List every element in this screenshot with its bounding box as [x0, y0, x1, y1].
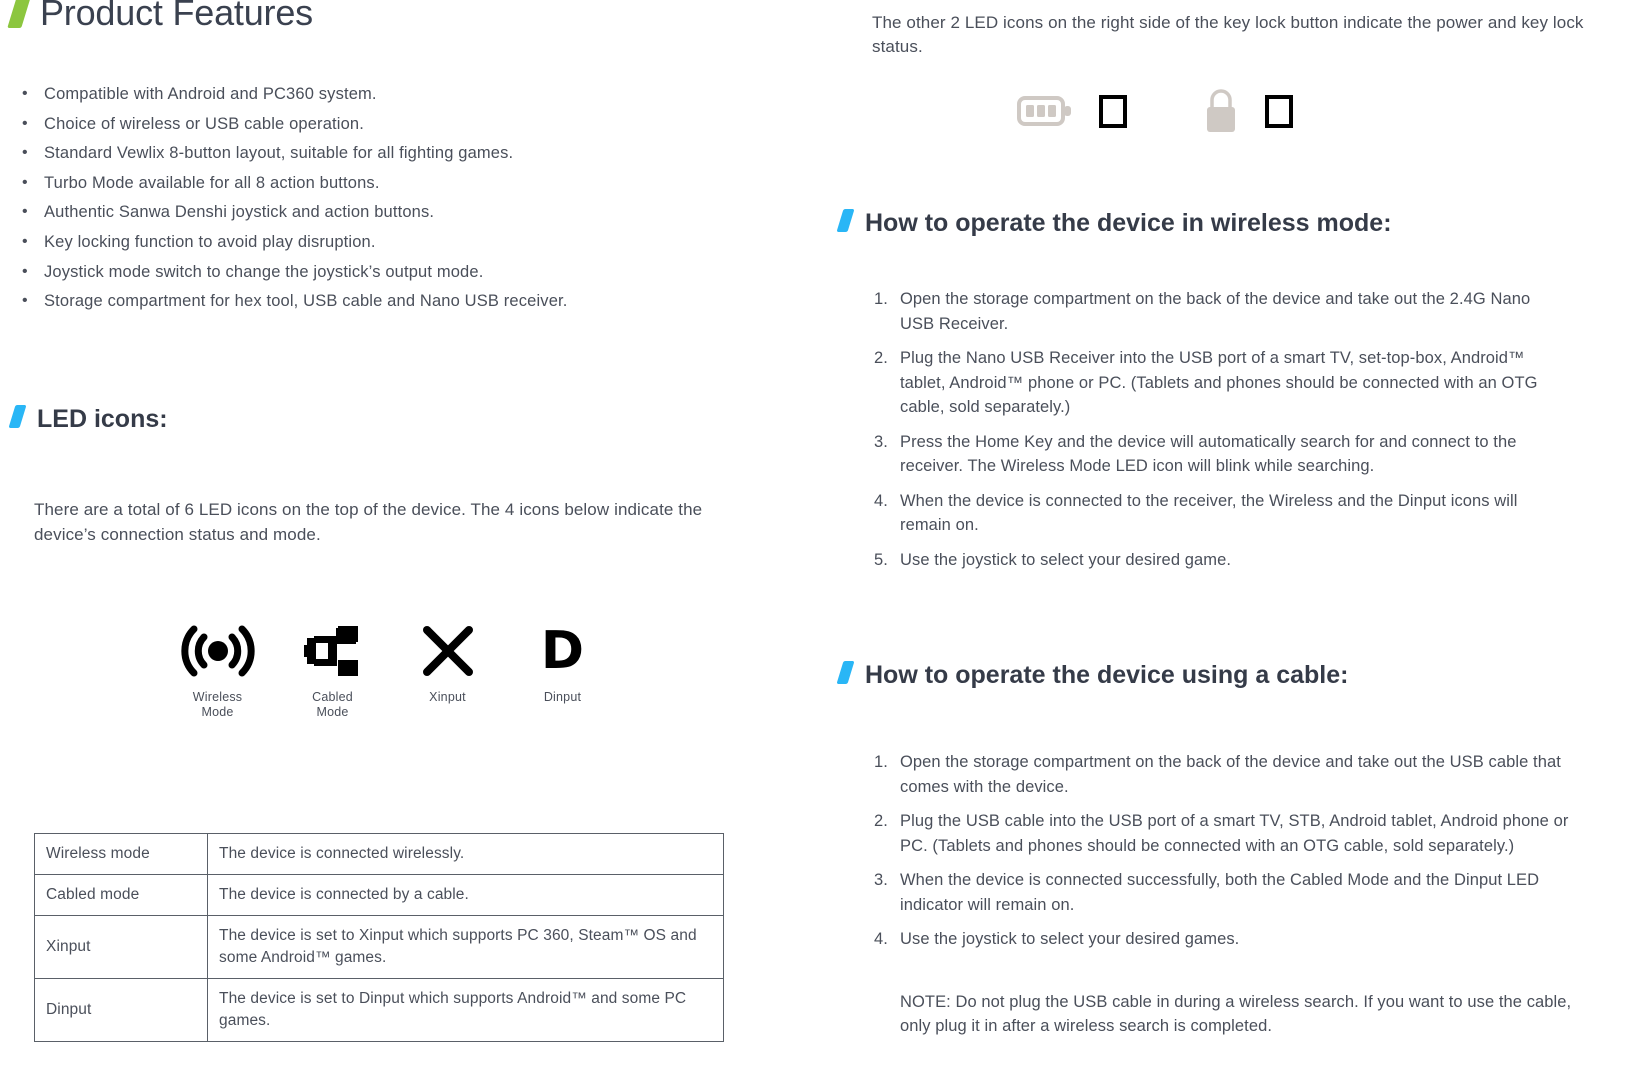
- padlock-closed-icon: [1207, 89, 1235, 132]
- table-cell-key: Xinput: [34, 915, 208, 979]
- list-item: 5. Use the joystick to select your desire…: [874, 548, 1564, 573]
- product-features-heading: Product Features: [7, 0, 313, 33]
- step-number: 4.: [874, 491, 888, 510]
- wireless-mode-steps: 1. Open the storage compartment on the ba…: [874, 287, 1564, 582]
- table-cell-value: The device is connected wirelessly.: [207, 833, 724, 875]
- square-outline-icon: [1265, 94, 1293, 128]
- cable-mode-note: NOTE: Do not plug the USB cable in durin…: [900, 992, 1572, 1036]
- led-status-table: Wireless mode The device is connected wi…: [34, 833, 724, 1042]
- list-item: 1. Open the storage compartment on the ba…: [874, 750, 1584, 799]
- led-item-dinput: D Dinput: [505, 620, 620, 705]
- led-caption-line1: Wireless: [192, 690, 243, 704]
- battery-full-icon: [1017, 96, 1071, 126]
- table-row: Xinput The device is set to Xinput which…: [34, 915, 724, 979]
- slash-accent-icon: [836, 661, 855, 684]
- slash-accent-icon: [7, 0, 31, 28]
- led-caption-line2: Mode: [201, 705, 234, 719]
- step-number: 2.: [874, 349, 888, 367]
- step-number: 3.: [874, 432, 888, 451]
- wireless-signal-icon: [160, 620, 275, 682]
- table-cell-value: The device is connected by a cable.: [207, 874, 724, 916]
- step-number: 2.: [874, 812, 888, 830]
- list-item: 1. Open the storage compartment on the ba…: [874, 287, 1564, 336]
- led-icons-heading: LED icons:: [8, 404, 168, 434]
- list-item: Choice of wireless or USB cable operatio…: [18, 109, 758, 140]
- table-row: Cabled mode The device is connected by a…: [34, 874, 724, 916]
- manual-page: Product Features Compatible with Android…: [0, 0, 1632, 1091]
- cable-connector-icon: [275, 620, 390, 682]
- page-title: Product Features: [40, 0, 313, 33]
- led-caption-line1: Xinput: [429, 690, 466, 704]
- table-cell-value: The device is set to Dinput which suppor…: [207, 978, 724, 1042]
- step-text: Plug the Nano USB Receiver into the USB …: [900, 349, 1538, 416]
- led-caption-line1: Cabled: [312, 690, 353, 704]
- slash-accent-icon: [8, 405, 27, 428]
- table-cell-key: Dinput: [34, 978, 208, 1042]
- step-number: 1.: [874, 753, 888, 771]
- table-row: Dinput The device is set to Dinput which…: [34, 978, 724, 1042]
- list-item: 3. When the device is connected successfu…: [874, 868, 1584, 917]
- step-text: Open the storage compartment on the back…: [900, 753, 1561, 796]
- status-icon-row: [1017, 88, 1293, 134]
- right-column: The other 2 LED icons on the right side …: [832, 0, 1632, 1091]
- led-caption-line2: Mode: [316, 705, 349, 719]
- led-caption: Dinput: [505, 690, 620, 705]
- section-title: How to operate the device using a cable:: [865, 661, 1349, 689]
- key-lock-description: The other 2 LED icons on the right side …: [872, 13, 1584, 56]
- step-number: 4.: [874, 930, 888, 948]
- step-text: When the device is connected successfull…: [900, 871, 1540, 914]
- step-text: Use the joystick to select your desired …: [900, 930, 1240, 948]
- letter-d-icon: D: [505, 620, 620, 682]
- step-number: 5.: [874, 550, 888, 569]
- step-text: Press the Home Key and the device will a…: [900, 432, 1517, 476]
- table-cell-value: The device is set to Xinput which suppor…: [207, 915, 724, 979]
- list-item: 3. Press the Home Key and the device will…: [874, 430, 1564, 479]
- table-cell-key: Cabled mode: [34, 874, 208, 916]
- cable-mode-steps: 1. Open the storage compartment on the ba…: [874, 750, 1584, 962]
- list-item: 2. Plug the USB cable into the USB port o…: [874, 809, 1584, 858]
- led-caption: Xinput: [390, 690, 505, 705]
- led-item-xinput: Xinput: [390, 620, 505, 705]
- step-text: Plug the USB cable into the USB port of …: [900, 812, 1569, 855]
- step-number: 1.: [874, 290, 888, 308]
- list-item: 2. Plug the Nano USB Receiver into the US…: [874, 346, 1564, 420]
- wireless-mode-heading: How to operate the device in wireless mo…: [836, 208, 1392, 238]
- left-column: Product Features Compatible with Android…: [0, 0, 800, 1091]
- step-text: Use the joystick to select your desired …: [900, 550, 1231, 569]
- section-title: How to operate the device in wireless mo…: [865, 209, 1392, 237]
- led-icon-row: Wireless Mode Cabled Mode Xinput D Dinpu…: [160, 620, 620, 720]
- section-title: LED icons:: [37, 405, 168, 433]
- led-caption-line1: Dinput: [543, 690, 582, 704]
- list-item: Key locking function to avoid play disru…: [18, 227, 758, 258]
- square-outline-icon: [1099, 94, 1127, 128]
- key-lock-status-pair: [1203, 88, 1293, 134]
- step-number: 3.: [874, 871, 888, 889]
- cable-mode-heading: How to operate the device using a cable:: [836, 660, 1349, 690]
- led-item-cabled-mode: Cabled Mode: [275, 620, 390, 720]
- list-item: Storage compartment for hex tool, USB ca…: [18, 286, 758, 317]
- product-feature-list: Compatible with Android and PC360 system…: [18, 79, 758, 317]
- list-item: 4. When the device is connected to the re…: [874, 489, 1564, 538]
- led-icons-intro-text: There are a total of 6 LED icons on the …: [34, 500, 703, 544]
- step-text: When the device is connected to the rece…: [900, 491, 1518, 535]
- slash-accent-icon: [836, 209, 855, 232]
- list-item: Turbo Mode available for all 8 action bu…: [18, 168, 758, 199]
- list-item: Joystick mode switch to change the joyst…: [18, 257, 758, 288]
- table-row: Wireless mode The device is connected wi…: [34, 833, 724, 875]
- led-item-wireless-mode: Wireless Mode: [160, 620, 275, 720]
- led-caption: Wireless Mode: [160, 690, 275, 720]
- step-text: Open the storage compartment on the back…: [900, 290, 1531, 333]
- list-item: Authentic Sanwa Denshi joystick and acti…: [18, 197, 758, 228]
- table-cell-key: Wireless mode: [34, 833, 208, 875]
- power-status-pair: [1017, 94, 1127, 128]
- list-item: Compatible with Android and PC360 system…: [18, 79, 758, 110]
- x-cross-icon: [390, 620, 505, 682]
- list-item: Standard Vewlix 8-button layout, suitabl…: [18, 138, 758, 169]
- letter-d-glyph: D: [540, 621, 585, 681]
- led-caption: Cabled Mode: [275, 690, 390, 720]
- list-item: 4. Use the joystick to select your desire…: [874, 927, 1584, 952]
